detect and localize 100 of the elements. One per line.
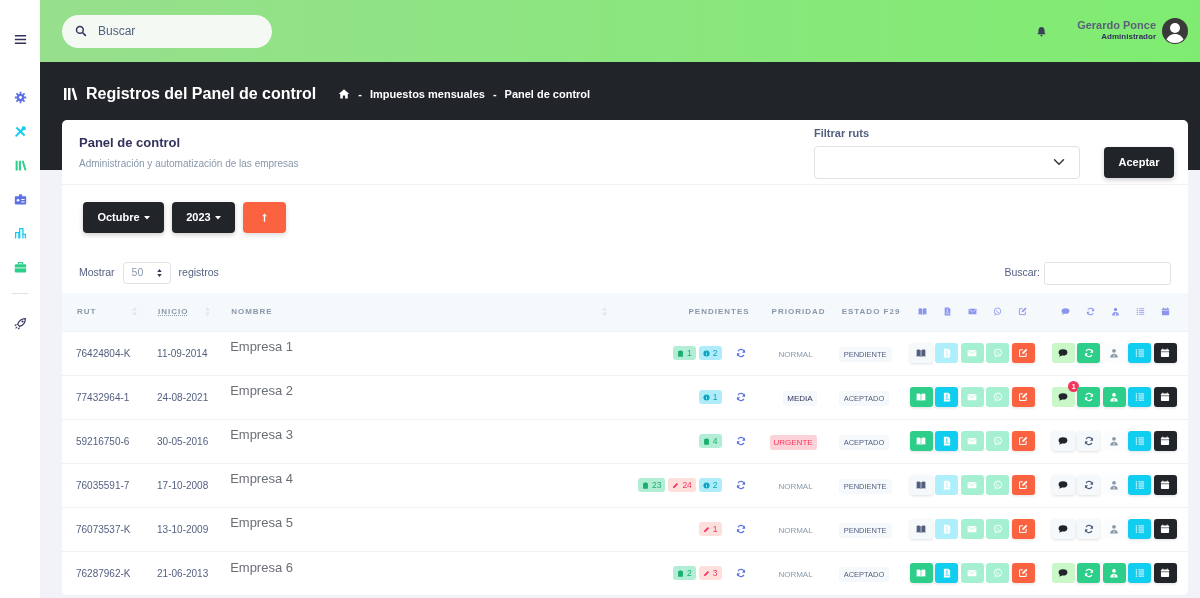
sync-icon[interactable] (735, 392, 746, 402)
length-label: registros (178, 265, 219, 281)
calendar-button[interactable] (1153, 431, 1177, 451)
chat-button[interactable] (1051, 431, 1075, 451)
user-name: Gerardo Ponce (1077, 18, 1156, 32)
book-button[interactable] (909, 519, 933, 539)
sync-icon[interactable] (735, 436, 746, 446)
rut-cell: 77432964-1 (76, 391, 130, 403)
mail-icon (967, 436, 978, 446)
book-button[interactable] (909, 475, 933, 495)
book-button[interactable] (909, 343, 933, 363)
clipboard-icon (641, 481, 649, 489)
calendar-button[interactable] (1153, 519, 1177, 539)
chat-button[interactable] (1051, 519, 1075, 539)
edit-icon (1017, 307, 1027, 317)
user-button[interactable] (1102, 431, 1126, 451)
buildings-icon[interactable] (13, 226, 27, 240)
sync-button[interactable] (1077, 475, 1101, 495)
column-header[interactable]: PENDIENTES (688, 305, 750, 318)
books-icon (62, 86, 78, 102)
list-icon (1134, 436, 1145, 446)
column-header[interactable]: NOMBRE (231, 305, 273, 318)
sync-icon[interactable] (735, 568, 746, 579)
pdf-button[interactable] (935, 563, 959, 584)
priority-label: NORMAL (777, 568, 814, 581)
user-button[interactable] (1102, 563, 1126, 584)
calendar-button[interactable] (1153, 387, 1177, 407)
priority-label: NORMAL (777, 524, 814, 537)
edit-button[interactable] (1011, 387, 1035, 407)
date-cell: 17-10-2008 (157, 479, 209, 491)
pdf-file-icon (941, 524, 952, 534)
chat-icon (1058, 568, 1069, 579)
user-button[interactable] (1102, 387, 1126, 407)
accept-button[interactable]: Aceptar (1104, 146, 1174, 178)
calendar-button[interactable] (1153, 563, 1177, 584)
briefcase-icon[interactable] (13, 260, 27, 274)
chat-button[interactable] (1051, 563, 1075, 584)
chat-button[interactable] (1051, 343, 1075, 363)
edit-button[interactable] (1011, 563, 1035, 584)
badge-count: 4 (712, 434, 718, 448)
column-header[interactable]: RUT (77, 305, 97, 318)
mail-icon (967, 568, 978, 579)
breadcrumb-link[interactable]: Impuestos mensuales (369, 85, 485, 103)
page-size-select[interactable]: 50 (122, 262, 171, 284)
breadcrumb-separator: - (358, 86, 362, 102)
list-icon (1134, 524, 1145, 534)
table-search-field[interactable] (1044, 261, 1171, 285)
home-icon[interactable] (338, 88, 351, 100)
column-header[interactable]: INICIO (158, 305, 189, 318)
avatar-icon[interactable] (1162, 18, 1188, 44)
edit-button[interactable] (1011, 431, 1035, 451)
card-subtitle: Administración y automatización de las empresas (79, 157, 299, 172)
sync-icon[interactable] (735, 524, 746, 534)
mail-icon (967, 524, 978, 534)
pdf-button[interactable] (935, 431, 959, 451)
user-button[interactable] (1102, 343, 1126, 363)
chat-button[interactable] (1051, 475, 1075, 495)
edit-button[interactable] (1011, 475, 1035, 495)
id-card-icon[interactable] (13, 192, 27, 206)
sync-button[interactable] (1077, 519, 1101, 539)
pdf-file-icon (941, 480, 952, 490)
sync-icon (1083, 348, 1094, 358)
bell-icon[interactable] (1036, 25, 1048, 37)
badge-count: 1 (712, 390, 718, 404)
user-icon (1109, 524, 1120, 534)
search-field[interactable]: Buscar (62, 14, 272, 48)
table-search-label: Buscar: (1004, 265, 1040, 281)
books-icon[interactable] (13, 158, 27, 172)
mail-icon (967, 480, 978, 490)
sync-button[interactable] (1077, 431, 1101, 451)
tools-icon[interactable] (13, 124, 27, 138)
calendar-button[interactable] (1153, 343, 1177, 363)
rut-cell: 59216750-6 (76, 435, 130, 447)
breadcrumb-current: Panel de control (504, 86, 591, 102)
sync-icon (1083, 480, 1094, 490)
pdf-button[interactable] (935, 387, 959, 407)
company-name: Empresa 2 (230, 383, 293, 399)
chat-icon (1058, 524, 1069, 534)
edit-button[interactable] (1011, 343, 1035, 363)
calendar-button[interactable] (1153, 475, 1177, 495)
phone-chat-icon (992, 348, 1003, 358)
user-button[interactable] (1102, 475, 1126, 495)
calendar-icon (1160, 392, 1171, 402)
user-button[interactable] (1102, 519, 1126, 539)
user-icon (1109, 436, 1120, 446)
edit-button[interactable] (1011, 519, 1035, 539)
date-cell: 24-08-2021 (157, 391, 209, 403)
rocket-icon[interactable] (13, 316, 27, 330)
priority-label: NORMAL (777, 348, 814, 361)
chat-button[interactable] (1051, 387, 1075, 407)
pencil-icon (672, 481, 680, 489)
sync-icon[interactable] (735, 480, 746, 490)
sync-icon[interactable] (735, 348, 746, 358)
company-name: Empresa 4 (230, 471, 293, 487)
gear-icon[interactable] (13, 90, 27, 104)
filter-label: Filtrar ruts (814, 126, 870, 142)
month-dropdown[interactable]: Octubre (83, 202, 164, 233)
edit-icon (1018, 480, 1029, 490)
mail-icon (967, 392, 978, 402)
year-dropdown[interactable]: 2023 (172, 202, 235, 233)
